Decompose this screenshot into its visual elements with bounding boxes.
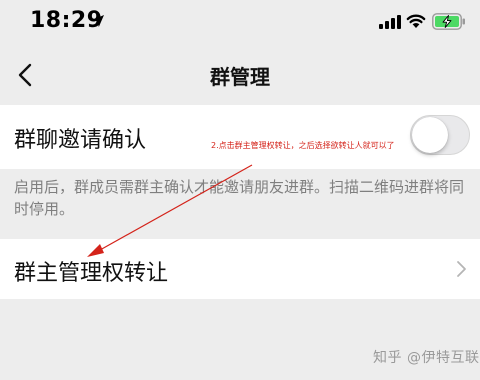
location-arrow-icon (92, 15, 104, 27)
signal-icon (379, 15, 401, 29)
page-title: 群管理 (210, 65, 270, 89)
chevron-right-icon (457, 261, 466, 277)
annotation-text: 2.点击群主管理权转让，之后选择欲转让人就可以了 (211, 141, 395, 150)
status-bar: 18:29 (0, 0, 480, 44)
navigation-bar: 群管理 (0, 44, 480, 104)
transfer-owner-row[interactable]: 群主管理权转让 (0, 239, 480, 299)
wifi-icon (406, 14, 426, 28)
watermark: 知乎 @伊特互联 (373, 350, 480, 366)
battery-charging-icon (432, 13, 465, 30)
toggle-knob (412, 117, 448, 153)
invite-confirm-row: 群聊邀请确认 (0, 105, 480, 169)
transfer-owner-label: 群主管理权转让 (14, 261, 169, 286)
invite-confirm-description: 启用后，群成员需群主确认才能邀请朋友进群。扫描二维码进群将同时停用。 (14, 178, 465, 218)
invite-confirm-label: 群聊邀请确认 (14, 128, 147, 153)
invite-confirm-toggle[interactable] (410, 115, 470, 155)
